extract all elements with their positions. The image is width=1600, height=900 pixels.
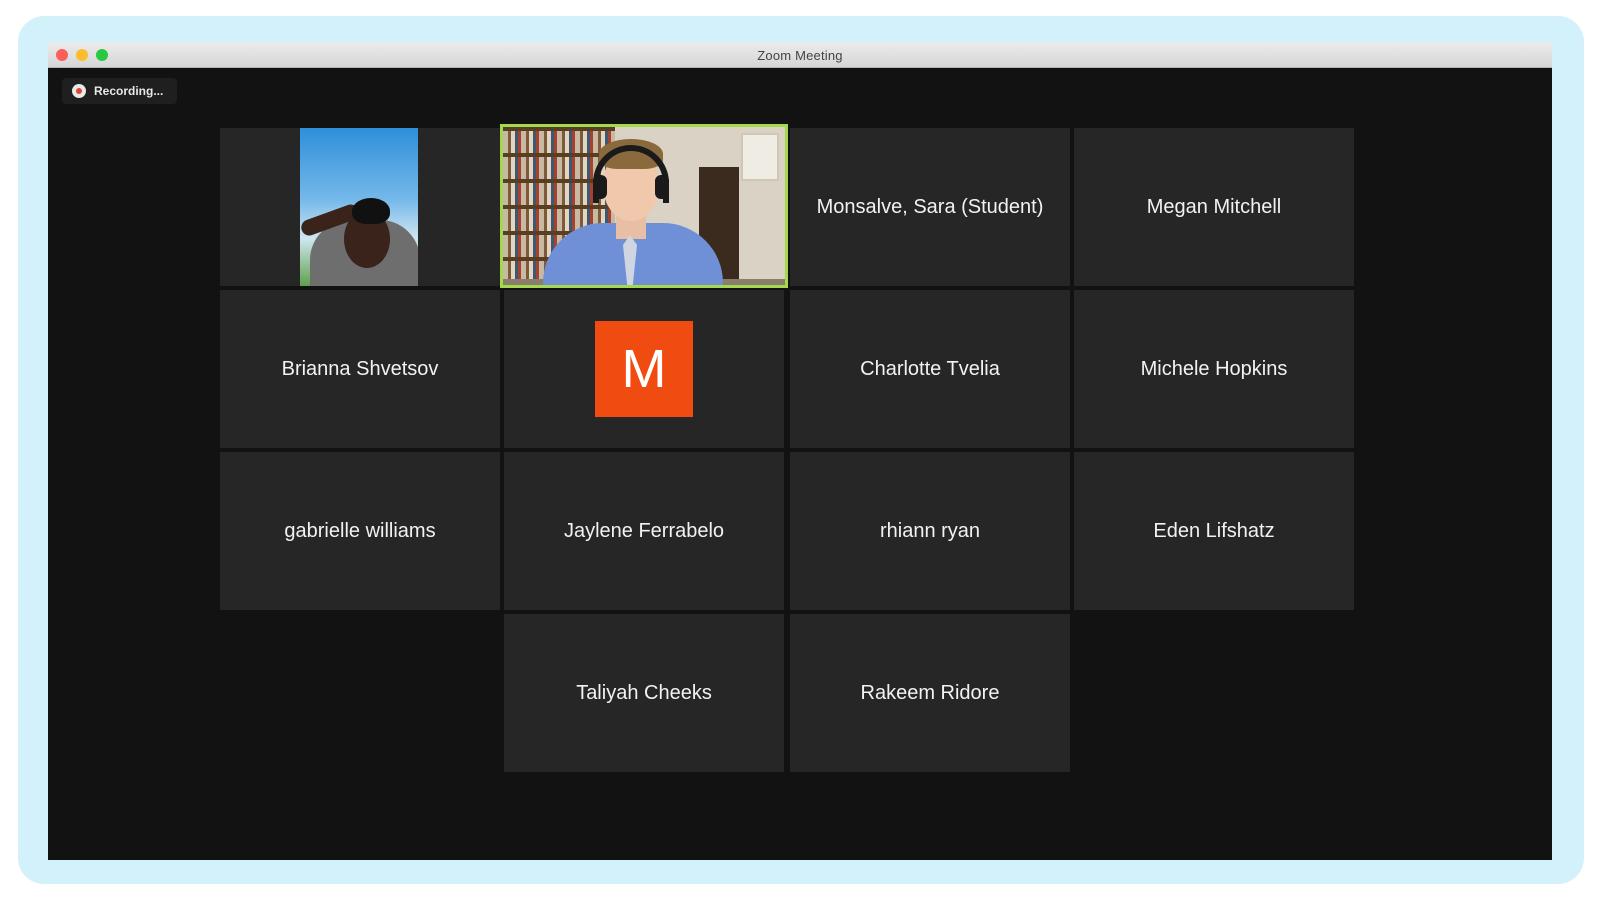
participant-name: Megan Mitchell: [1146, 195, 1282, 218]
window-title: Zoom Meeting: [757, 48, 843, 63]
participant-video-feed: [300, 128, 418, 286]
participant-name: Rakeem Ridore: [860, 681, 1000, 704]
participant-tile[interactable]: Jaylene Ferrabelo: [504, 452, 784, 610]
participant-tile[interactable]: Michele Hopkins: [1074, 290, 1354, 448]
participant-name: gabrielle williams: [284, 519, 436, 542]
active-speaker-video-feed: [503, 127, 785, 285]
participant-tile[interactable]: rhiann ryan: [790, 452, 1070, 610]
wall-picture: [741, 133, 779, 181]
participant-tile[interactable]: Eden Lifshatz: [1074, 452, 1354, 610]
participant-name: Monsalve, Sara (Student): [816, 195, 1044, 218]
zoom-window: Zoom Meeting Recording... Monsalve, Sara…: [48, 42, 1552, 860]
participant-name: Michele Hopkins: [1140, 357, 1288, 380]
title-bar: Zoom Meeting: [48, 42, 1552, 68]
participant-tile[interactable]: Megan Mitchell: [1074, 128, 1354, 286]
avatar: M: [595, 321, 693, 417]
participant-tile[interactable]: Rakeem Ridore: [790, 614, 1070, 772]
participant-tile-video-1[interactable]: [220, 128, 500, 286]
record-stop-icon[interactable]: [72, 84, 86, 98]
participant-tile-avatar[interactable]: M: [504, 290, 784, 448]
participant-name: Brianna Shvetsov: [281, 357, 439, 380]
recording-indicator[interactable]: Recording...: [62, 78, 178, 104]
participant-tile[interactable]: Charlotte Tvelia: [790, 290, 1070, 448]
participant-name: Charlotte Tvelia: [860, 357, 1000, 380]
participant-name: Taliyah Cheeks: [576, 681, 712, 704]
participant-name: Jaylene Ferrabelo: [563, 519, 725, 542]
active-speaker-tile[interactable]: [500, 124, 788, 288]
participant-name: Eden Lifshatz: [1153, 519, 1275, 542]
participant-tile[interactable]: gabrielle williams: [220, 452, 500, 610]
participant-tile[interactable]: Brianna Shvetsov: [220, 290, 500, 448]
participant-name: rhiann ryan: [879, 519, 981, 542]
participant-tile[interactable]: Taliyah Cheeks: [504, 614, 784, 772]
recording-label: Recording...: [94, 84, 164, 98]
participant-tile[interactable]: Monsalve, Sara (Student): [790, 128, 1070, 286]
